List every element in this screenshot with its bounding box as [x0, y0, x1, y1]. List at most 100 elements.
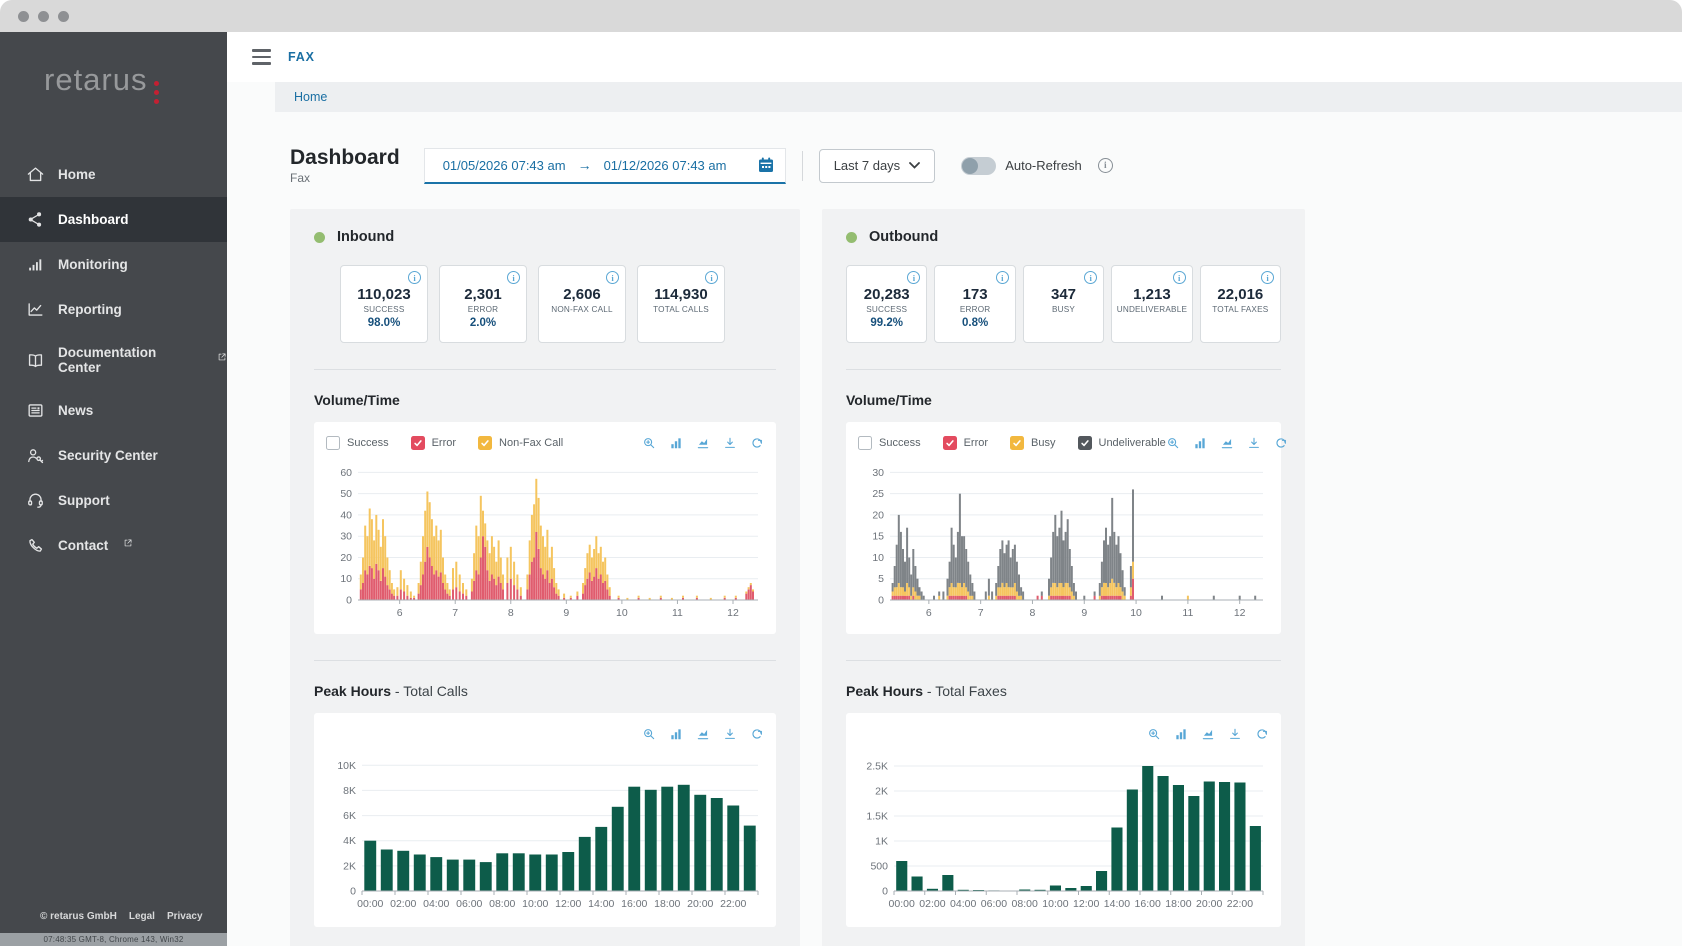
- zoom-in-icon[interactable]: [1147, 727, 1161, 741]
- svg-text:10K: 10K: [337, 760, 356, 772]
- sidebar-item-contact[interactable]: Contact: [0, 523, 227, 568]
- outbound-volume-chart[interactable]: 0510152025306789101112: [858, 458, 1269, 626]
- external-link-icon: [217, 352, 227, 362]
- legend-item-success[interactable]: Success: [326, 436, 389, 450]
- support-icon: [26, 491, 45, 510]
- refresh-icon[interactable]: [750, 436, 764, 450]
- info-icon[interactable]: i: [606, 271, 619, 284]
- outbound-volume-title: Volume/Time: [846, 392, 1281, 408]
- download-icon[interactable]: [723, 436, 737, 450]
- outbound-peak-chart[interactable]: 05001K1.5K2K2.5K00:0002:0004:0006:0008:0…: [858, 749, 1269, 919]
- area-chart-icon[interactable]: [1220, 436, 1234, 450]
- footer-copyright: © retarus GmbH: [40, 911, 117, 922]
- sidebar-item-news[interactable]: News: [0, 388, 227, 433]
- sidebar-item-dashboard[interactable]: Dashboard: [0, 197, 227, 242]
- area-chart-icon[interactable]: [696, 727, 710, 741]
- bar-chart-icon[interactable]: [669, 727, 683, 741]
- page-subtitle: Fax: [290, 171, 400, 185]
- stat-label: NON-FAX CALL: [539, 305, 625, 314]
- legend-item-error[interactable]: Error: [411, 436, 456, 450]
- checkbox-checked-icon[interactable]: [1078, 436, 1092, 450]
- breadcrumb-home-link[interactable]: Home: [294, 90, 327, 104]
- window-close-button[interactable]: [18, 11, 29, 22]
- svg-text:9: 9: [563, 607, 569, 619]
- legend-item-busy[interactable]: Busy: [1010, 436, 1055, 450]
- download-icon[interactable]: [1247, 436, 1261, 450]
- auto-refresh-toggle[interactable]: [961, 157, 996, 175]
- range-preset-dropdown[interactable]: Last 7 days: [819, 149, 936, 183]
- outbound-peak-card: 05001K1.5K2K2.5K00:0002:0004:0006:0008:0…: [846, 713, 1281, 927]
- inbound-volume-chart[interactable]: 01020304050606789101112: [326, 458, 764, 626]
- security-icon: [26, 446, 45, 465]
- info-icon[interactable]: i: [507, 271, 520, 284]
- sidebar-item-monitoring[interactable]: Monitoring: [0, 242, 227, 287]
- outbound-card-busy: i347BUSY: [1023, 265, 1104, 343]
- svg-text:7: 7: [978, 607, 984, 619]
- refresh-icon[interactable]: [1274, 436, 1288, 450]
- auto-refresh-info-icon[interactable]: i: [1098, 158, 1113, 173]
- refresh-icon[interactable]: [750, 727, 764, 741]
- stat-label: ERROR: [440, 305, 526, 314]
- info-icon[interactable]: i: [408, 271, 421, 284]
- sidebar-item-home[interactable]: Home: [0, 152, 227, 197]
- area-chart-icon[interactable]: [1201, 727, 1215, 741]
- svg-text:08:00: 08:00: [489, 898, 515, 910]
- inbound-peak-chart[interactable]: 02K4K6K8K10K00:0002:0004:0006:0008:0010:…: [326, 749, 764, 919]
- logo-dots-icon: [154, 81, 159, 104]
- info-icon[interactable]: i: [705, 271, 718, 284]
- info-icon[interactable]: i: [996, 271, 1009, 284]
- bar-chart-icon[interactable]: [1193, 436, 1207, 450]
- sidebar-item-support[interactable]: Support: [0, 478, 227, 523]
- download-icon[interactable]: [1228, 727, 1242, 741]
- svg-text:2K: 2K: [875, 786, 888, 798]
- window-minimize-button[interactable]: [38, 11, 49, 22]
- sidebar-item-security-center[interactable]: Security Center: [0, 433, 227, 478]
- download-icon[interactable]: [723, 727, 737, 741]
- zoom-in-icon[interactable]: [642, 436, 656, 450]
- sidebar-item-label: News: [58, 403, 93, 418]
- checkbox-checked-icon[interactable]: [1010, 436, 1024, 450]
- footer-legal-link[interactable]: Legal: [129, 911, 155, 922]
- bar-chart-icon[interactable]: [669, 436, 683, 450]
- svg-text:10: 10: [872, 552, 884, 564]
- checkbox-checked-icon[interactable]: [478, 436, 492, 450]
- chart-toolbar: [642, 436, 764, 450]
- sidebar-item-reporting[interactable]: Reporting: [0, 287, 227, 332]
- sidebar-item-documentation-center[interactable]: Documentation Center: [0, 332, 227, 388]
- date-range-picker[interactable]: 01/05/2026 07:43 am → 01/12/2026 07:43 a…: [424, 148, 786, 184]
- legend-item-error[interactable]: Error: [943, 436, 988, 450]
- info-icon[interactable]: i: [1084, 271, 1097, 284]
- svg-text:0: 0: [882, 886, 888, 898]
- svg-text:2.5K: 2.5K: [866, 761, 888, 773]
- svg-text:06:00: 06:00: [981, 898, 1007, 910]
- zoom-in-icon[interactable]: [642, 727, 656, 741]
- checkbox-unchecked-icon[interactable]: [858, 436, 872, 450]
- refresh-icon[interactable]: [1255, 727, 1269, 741]
- date-to-input[interactable]: 01/12/2026 07:43 am: [604, 158, 727, 173]
- inbound-status-dot: [314, 232, 325, 243]
- footer-privacy-link[interactable]: Privacy: [167, 911, 203, 922]
- date-from-input[interactable]: 01/05/2026 07:43 am: [443, 158, 566, 173]
- svg-text:12:00: 12:00: [555, 898, 581, 910]
- stat-value: 2,301: [440, 286, 526, 303]
- legend-item-undeliverable[interactable]: Undeliverable: [1078, 436, 1166, 450]
- info-icon[interactable]: i: [1173, 271, 1186, 284]
- window-maximize-button[interactable]: [58, 11, 69, 22]
- area-chart-icon[interactable]: [696, 436, 710, 450]
- legend-item-success[interactable]: Success: [858, 436, 921, 450]
- info-icon[interactable]: i: [907, 271, 920, 284]
- info-icon[interactable]: i: [1261, 271, 1274, 284]
- sidebar-item-label: Monitoring: [58, 257, 128, 272]
- status-bar: 07:48:35 GMT-8, Chrome 143, Win32: [0, 933, 227, 946]
- bar-chart-icon[interactable]: [1174, 727, 1188, 741]
- checkbox-checked-icon[interactable]: [411, 436, 425, 450]
- divider: [846, 660, 1281, 661]
- checkbox-unchecked-icon[interactable]: [326, 436, 340, 450]
- svg-text:8K: 8K: [343, 785, 356, 797]
- menu-toggle-button[interactable]: [252, 49, 271, 65]
- calendar-icon[interactable]: [757, 156, 775, 174]
- checkbox-checked-icon[interactable]: [943, 436, 957, 450]
- legend-label: Error: [432, 437, 456, 449]
- zoom-in-icon[interactable]: [1166, 436, 1180, 450]
- legend-item-non-fax-call[interactable]: Non-Fax Call: [478, 436, 563, 450]
